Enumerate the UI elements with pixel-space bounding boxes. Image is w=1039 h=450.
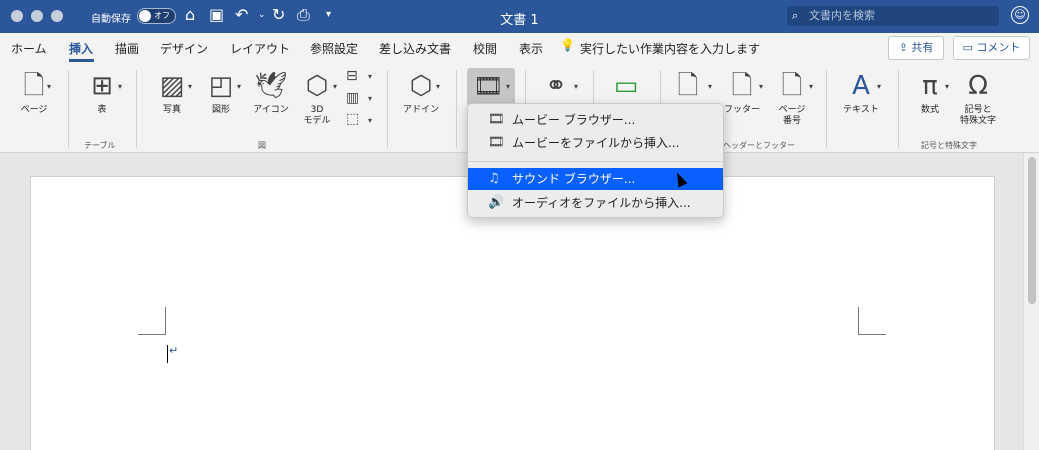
menu-item-label: サウンド ブラウザー... <box>512 172 636 186</box>
feedback-smiley-icon[interactable]: ☺ <box>1011 6 1029 24</box>
menu-item-label: ムービー ブラウザー... <box>512 113 636 127</box>
group-label-table: テーブル <box>84 141 116 150</box>
film-globe-icon: 🎞 <box>473 72 504 100</box>
search-placeholder: 文書内を検索 <box>809 9 875 22</box>
shapes-icon: ◰ <box>208 71 234 101</box>
lightbulb-icon[interactable]: 💡 <box>560 38 575 52</box>
3d-models-label: 3D モデル <box>303 105 331 126</box>
group-separator <box>898 70 899 148</box>
link-icon: ⚭ <box>545 71 567 101</box>
comment-button[interactable]: ▭ コメント <box>953 36 1030 60</box>
chevron-down-icon[interactable]: ▾ <box>333 82 337 91</box>
group-label-header-footer: ヘッダーとフッター <box>723 141 795 150</box>
group-label-illustrations: 図 <box>258 141 266 150</box>
tab-layout[interactable]: レイアウト <box>230 40 290 57</box>
chevron-down-icon[interactable]: ▾ <box>368 72 372 81</box>
text-caret <box>167 345 168 363</box>
group-separator <box>68 70 69 148</box>
scrollbar-thumb[interactable] <box>1028 157 1036 304</box>
menu-item-movie-from-file[interactable]: 🎞 ムービーをファイルから挿入... <box>468 132 723 154</box>
equation-label: 数式 <box>920 105 939 115</box>
group-separator <box>136 70 137 148</box>
text-label: テキスト <box>843 105 879 115</box>
tab-design[interactable]: デザイン <box>160 40 208 57</box>
media-dropdown-menu: 🎞 ムービー ブラウザー... 🎞 ムービーをファイルから挿入... ♫ サウン… <box>467 103 724 218</box>
menu-item-audio-from-file[interactable]: 🔊 オーディオをファイルから挿入... <box>468 192 723 214</box>
ribbon-tabs: ホーム 挿入 描画 デザイン レイアウト 参照設定 差し込み文書 校閲 表示 💡… <box>0 33 1039 64</box>
film-icon: 🎞 <box>488 112 505 127</box>
chevron-down-icon[interactable]: ▾ <box>118 82 122 91</box>
film-icon: 🎞 <box>488 135 505 150</box>
tab-insert[interactable]: 挿入 <box>69 40 93 57</box>
group-separator <box>826 70 827 148</box>
chevron-down-icon[interactable]: ▾ <box>368 94 372 103</box>
share-label: 共有 <box>911 41 934 54</box>
comment-label: コメント <box>976 41 1021 54</box>
chevron-down-icon[interactable]: ▾ <box>945 82 949 91</box>
share-icon: ⇪ <box>898 41 912 54</box>
search-icon: ⌕ <box>792 9 799 22</box>
chevron-down-icon[interactable]: ▾ <box>708 82 712 91</box>
smartart-icon[interactable]: ⊟ <box>346 68 358 84</box>
tell-me-input[interactable]: 実行したい作業内容を入力します <box>580 40 760 57</box>
music-note-icon: ♫ <box>488 171 500 186</box>
tab-references[interactable]: 参照設定 <box>310 40 358 57</box>
bird-icon: 🕊 <box>254 71 288 101</box>
header-icon: 🗋 <box>677 71 699 101</box>
picture-label: 写真 <box>162 105 181 115</box>
tab-mailings[interactable]: 差し込み文書 <box>379 40 451 57</box>
page-number-icon: 🗋 <box>781 71 803 101</box>
active-tab-indicator <box>69 59 94 62</box>
search-input[interactable]: ⌕ 文書内を検索 <box>787 6 999 26</box>
chevron-down-icon: ▾ <box>506 82 511 91</box>
title-bar: 自動保存 オフ ⌂ ▣ ↶ ⌄ ↻ ⎙ ▾ 文書 1 ⌕ 文書内を検索 ☺ <box>0 0 1039 33</box>
media-button[interactable]: 🎞 ▾ <box>467 68 515 106</box>
omega-icon: Ω <box>968 71 988 101</box>
chevron-down-icon[interactable]: ▾ <box>574 82 578 91</box>
page-label: ページ <box>20 105 48 115</box>
group-separator <box>456 70 457 148</box>
addins-label: アドイン <box>402 105 439 115</box>
screenshot-icon[interactable]: ⬚ <box>346 111 359 127</box>
tab-draw[interactable]: 描画 <box>115 40 139 57</box>
chevron-down-icon[interactable]: ▾ <box>188 82 192 91</box>
menu-item-movie-browser[interactable]: 🎞 ムービー ブラウザー... <box>468 109 723 131</box>
chevron-down-icon[interactable]: ▾ <box>237 82 241 91</box>
tab-view[interactable]: 表示 <box>519 40 543 57</box>
table-label: 表 <box>97 105 107 115</box>
share-button[interactable]: ⇪ 共有 <box>888 36 944 60</box>
new-comment-icon: ▭ <box>613 71 639 101</box>
chevron-down-icon[interactable]: ▾ <box>368 116 372 125</box>
footer-icon: 🗋 <box>731 71 753 101</box>
group-separator <box>387 70 388 148</box>
chevron-down-icon[interactable]: ▾ <box>47 82 51 91</box>
chevron-down-icon[interactable]: ▾ <box>809 82 813 91</box>
menu-item-label: オーディオをファイルから挿入... <box>512 196 691 210</box>
vertical-scrollbar[interactable] <box>1023 154 1039 450</box>
menu-item-label: ムービーをファイルから挿入... <box>512 136 680 150</box>
crop-mark-left <box>138 307 166 335</box>
chevron-down-icon[interactable]: ▾ <box>759 82 763 91</box>
comment-icon: ▭ <box>962 41 977 54</box>
cube-icon: ⬡ <box>305 71 329 101</box>
paragraph-mark-icon: ↵ <box>169 344 179 357</box>
group-label-symbols: 記号と特殊文字 <box>921 141 977 150</box>
chevron-down-icon[interactable]: ▾ <box>877 82 881 91</box>
crop-mark-right <box>858 307 886 335</box>
menu-separator <box>468 161 723 162</box>
tab-review[interactable]: 校閲 <box>473 40 497 57</box>
shapes-label: 図形 <box>211 105 230 115</box>
chevron-down-icon[interactable]: ▾ <box>436 82 440 91</box>
symbol-label: 記号と 特殊文字 <box>959 105 996 126</box>
page-number-label: ページ 番号 <box>778 105 806 126</box>
chart-icon[interactable]: ▥ <box>346 90 359 106</box>
speaker-icon: 🔊 <box>488 195 505 210</box>
tab-home[interactable]: ホーム <box>11 40 47 57</box>
